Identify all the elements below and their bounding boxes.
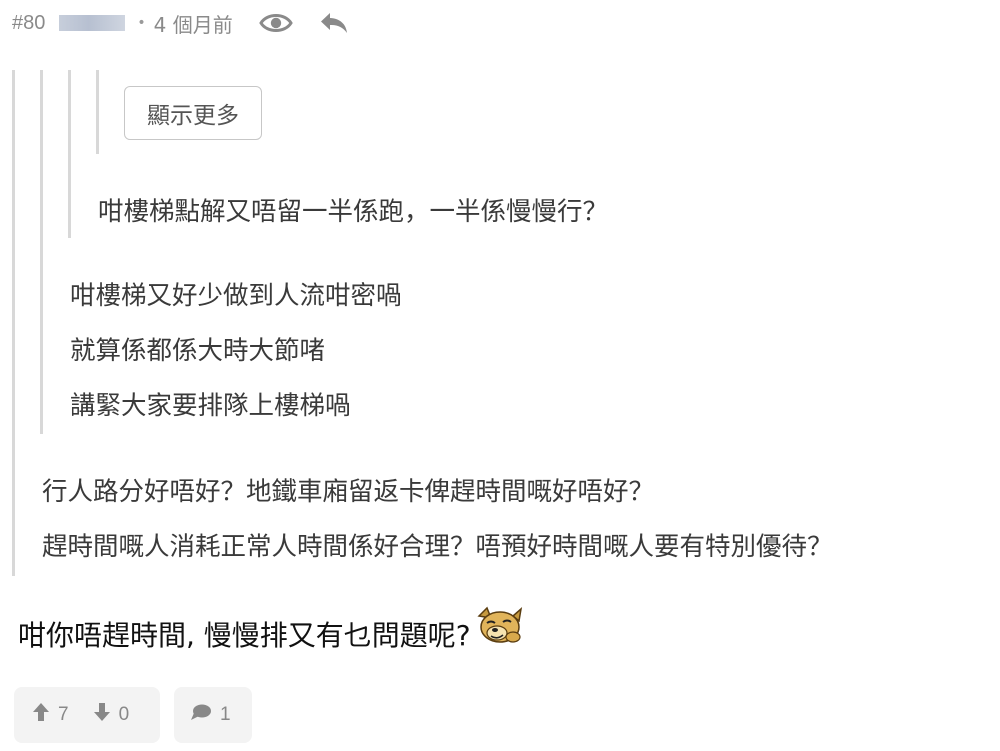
show-more-button[interactable]: 顯示更多: [124, 86, 262, 140]
quote-bar-level-2: [40, 70, 43, 434]
downvote-button[interactable]: 0: [93, 702, 130, 728]
dog-smug-emoji-icon: [473, 606, 527, 653]
quote-level1-line: 行人路分好唔好？地鐵車廂留返卡俾趕時間嘅好唔好？: [42, 477, 655, 507]
quote-level2-line: 就算係都係大時大節啫: [70, 336, 326, 366]
reply-count[interactable]: 1: [190, 703, 231, 727]
reply-count-button[interactable]: 1: [174, 687, 252, 743]
quote-level2-line: 講緊大家要排隊上樓梯喎: [70, 391, 351, 421]
upvote-button[interactable]: 7: [32, 702, 69, 728]
quote-bar-level-1: [12, 70, 15, 576]
post-number: #80: [12, 11, 46, 34]
reply-text: 咁你唔趕時間, 慢慢排又有乜問題呢?: [18, 619, 471, 652]
reply-count-value: 1: [220, 704, 231, 725]
reply-body: 咁你唔趕時間, 慢慢排又有乜問題呢?: [18, 606, 527, 654]
vote-controls: 7 0: [14, 687, 160, 743]
post-time: 4 個月前: [153, 12, 233, 37]
username-blurred[interactable]: [59, 15, 126, 31]
post-header: #80 • 4 個月前: [12, 6, 349, 40]
downvote-count: 0: [118, 704, 130, 725]
quote-level1-line: 趕時間嘅人消耗正常人時間係好合理？唔預好時間嘅人要有特別優待？: [42, 532, 833, 562]
meta-separator: •: [137, 15, 146, 31]
arrow-down-icon: [93, 702, 111, 728]
quote-level2-line: 咁樓梯又好少做到人流咁密喎: [70, 281, 402, 311]
reply-arrow-icon[interactable]: [319, 11, 349, 35]
eye-icon[interactable]: [258, 12, 293, 34]
quote-bar-level-4: [96, 70, 99, 154]
comment-bubble-icon: [190, 703, 212, 727]
arrow-up-icon: [32, 702, 50, 728]
quote-level3-text: 咁樓梯點解又唔留一半係跑，一半係慢慢行？: [98, 197, 609, 227]
upvote-count: 7: [58, 704, 69, 725]
quote-bar-level-3: [68, 70, 71, 238]
